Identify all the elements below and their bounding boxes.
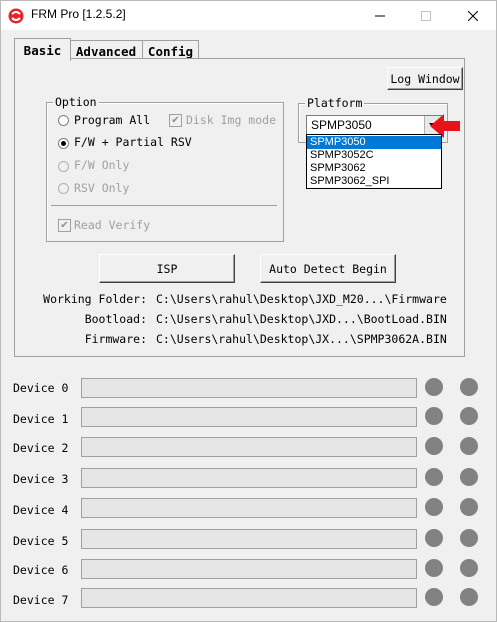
platform-option-spmp3052c[interactable]: SPMP3052C: [307, 149, 441, 162]
platform-select-value: SPMP3050: [311, 118, 372, 132]
disk-img-mode-checkbox[interactable]: ✔: [169, 114, 182, 127]
device-7-progress: [81, 588, 417, 608]
device-6-label: Device 6: [13, 563, 69, 577]
option-divider: [51, 205, 277, 206]
device-6-progress: [81, 559, 417, 579]
working-folder-value: C:\Users\rahul\Desktop\JXD_M20...\Firmwa…: [156, 292, 447, 306]
device-4-status-led-2: [460, 498, 478, 516]
log-window-label: Log Window: [390, 71, 460, 86]
device-0-status-led-2: [460, 378, 478, 396]
option-group-legend: Option: [53, 95, 99, 109]
device-4-status-led: [425, 498, 443, 516]
platform-option-spmp3050[interactable]: SPMP3050: [307, 136, 441, 149]
device-1-label: Device 1: [13, 412, 69, 426]
program-all-label: Program All: [74, 113, 151, 127]
platform-dropdown-list: SPMP3050 SPMP3052C SPMP3062 SPMP3062_SPI: [306, 134, 442, 189]
app-logo-icon: [8, 8, 24, 24]
app-window: FRM Pro [1.2.5.2] Basic Advanced Config …: [0, 0, 497, 622]
device-3-label: Device 3: [13, 472, 69, 486]
disk-img-mode-label: Disk Img mode: [186, 113, 277, 127]
fw-only-radio[interactable]: [58, 161, 69, 172]
device-2-label: Device 2: [13, 441, 69, 455]
device-0-label: Device 0: [13, 381, 69, 395]
device-1-progress: [81, 407, 417, 427]
tab-advanced-label: Advanced: [75, 43, 137, 59]
maximize-icon: [421, 10, 431, 21]
device-7-label: Device 7: [13, 593, 69, 607]
tab-config-label: Config: [147, 43, 194, 59]
close-icon: [468, 10, 478, 21]
tab-basic[interactable]: Basic: [14, 38, 71, 61]
maximize-button[interactable]: [403, 1, 449, 30]
read-verify-label: Read Verify: [74, 218, 151, 232]
device-5-status-led: [425, 529, 443, 547]
platform-group-legend: Platform: [305, 96, 365, 110]
read-verify-checkbox[interactable]: ✔: [58, 219, 71, 232]
bootload-value: C:\Users\rahul\Desktop\JXD...\BootLoad.B…: [156, 312, 447, 326]
rsv-only-label: RSV Only: [74, 181, 130, 195]
device-6-status-led-2: [460, 559, 478, 577]
device-2-status-led-2: [460, 437, 478, 455]
firmware-label: Firmware:: [84, 332, 147, 346]
device-3-status-led-2: [460, 468, 478, 486]
platform-select[interactable]: SPMP3050: [306, 115, 442, 136]
fw-only-label: F/W Only: [74, 158, 130, 172]
firmware-value: C:\Users\rahul\Desktop\JX...\SPMP3062A.B…: [156, 332, 447, 346]
tab-basic-label: Basic: [23, 42, 62, 58]
isp-button[interactable]: ISP: [99, 254, 235, 283]
working-folder-label: Working Folder:: [43, 292, 147, 306]
fw-partial-rsv-label: F/W + Partial RSV: [74, 135, 192, 149]
bootload-label: Bootload:: [84, 312, 147, 326]
auto-detect-button[interactable]: Auto Detect Begin: [260, 254, 396, 283]
device-5-label: Device 5: [13, 534, 69, 548]
minimize-button[interactable]: [357, 1, 403, 30]
window-title: FRM Pro [1.2.5.2]: [31, 7, 126, 21]
platform-option-spmp3062[interactable]: SPMP3062: [307, 162, 441, 175]
device-7-status-led-2: [460, 588, 478, 606]
program-all-radio[interactable]: [58, 115, 69, 126]
platform-option-spmp3062-spi[interactable]: SPMP3062_SPI: [307, 175, 441, 188]
close-button[interactable]: [450, 1, 496, 30]
fw-partial-rsv-radio[interactable]: [58, 138, 69, 149]
device-4-progress: [81, 498, 417, 518]
isp-label: ISP: [156, 261, 178, 276]
device-0-progress: [81, 378, 417, 398]
rsv-only-radio[interactable]: [58, 183, 69, 194]
device-7-status-led: [425, 588, 443, 606]
device-5-status-led-2: [460, 529, 478, 547]
auto-detect-label: Auto Detect Begin: [269, 261, 387, 276]
device-3-status-led: [425, 468, 443, 486]
device-1-status-led-2: [460, 407, 478, 425]
device-1-status-led: [425, 407, 443, 425]
device-2-progress: [81, 437, 417, 457]
title-bar: FRM Pro [1.2.5.2]: [1, 1, 496, 30]
device-6-status-led: [425, 559, 443, 577]
device-0-status-led: [425, 378, 443, 396]
log-window-button[interactable]: Log Window: [387, 67, 463, 90]
device-3-progress: [81, 468, 417, 488]
device-5-progress: [81, 529, 417, 549]
device-2-status-led: [425, 437, 443, 455]
minimize-icon: [375, 15, 385, 16]
device-4-label: Device 4: [13, 503, 69, 517]
